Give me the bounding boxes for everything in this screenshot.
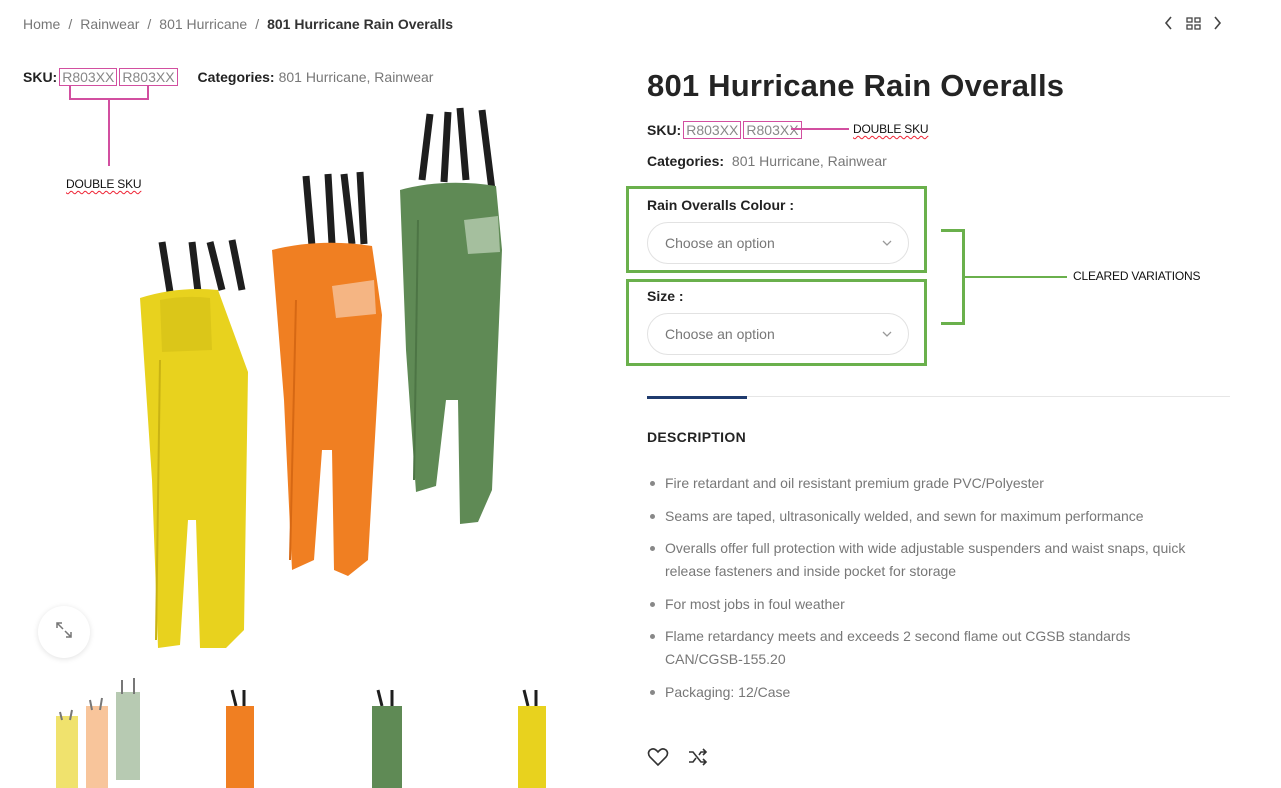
list-item: Flame retardancy meets and exceeds 2 sec… — [647, 625, 1207, 671]
sku-value: R803XX — [59, 68, 118, 86]
breadcrumb-rainwear[interactable]: Rainwear — [80, 16, 139, 32]
breadcrumb-separator: / — [255, 16, 260, 32]
size-select-value: Choose an option — [665, 326, 775, 342]
size-select[interactable]: Choose an option — [647, 313, 909, 355]
list-item: Packaging: 12/Case — [647, 681, 1207, 704]
list-item: Overalls offer full protection with wide… — [647, 537, 1207, 583]
list-item: For most jobs in foul weather — [647, 593, 1207, 616]
product-categories: Categories: 801 Hurricane, Rainwear — [647, 153, 887, 169]
grid-icon[interactable] — [1185, 14, 1201, 32]
product-navigation — [1161, 14, 1225, 32]
thumbnail-strip — [40, 672, 580, 788]
chevron-left-icon[interactable] — [1161, 14, 1177, 32]
annotation-connector-right — [791, 128, 849, 130]
thumbnail-all-colors[interactable] — [50, 672, 160, 788]
zoom-button[interactable] — [38, 606, 90, 658]
colour-select-value: Choose an option — [665, 235, 775, 251]
categories-label: Categories: — [647, 153, 725, 169]
sku-label: SKU: — [23, 69, 58, 85]
thumbnail-orange[interactable] — [210, 672, 320, 788]
sku-value-duplicate: R803XX — [119, 68, 178, 86]
description-list: Fire retardant and oil resistant premium… — [647, 472, 1207, 713]
orange-overalls — [272, 171, 382, 577]
sku-value-duplicate: R803XX — [743, 121, 802, 139]
colour-select[interactable]: Choose an option — [647, 222, 909, 264]
breadcrumb-current: 801 Hurricane Rain Overalls — [267, 16, 454, 32]
breadcrumb-801-hurricane[interactable]: 801 Hurricane — [159, 16, 247, 32]
annotation-bracket-bottom — [941, 322, 965, 325]
yellow-overalls — [140, 239, 248, 648]
list-item: Fire retardant and oil resistant premium… — [647, 472, 1207, 495]
annotation-connector-green — [965, 276, 1067, 278]
tab-active-indicator — [647, 396, 747, 399]
chevron-down-icon — [880, 327, 894, 341]
breadcrumb-separator: / — [68, 16, 73, 32]
heart-icon[interactable] — [647, 746, 669, 768]
green-overalls — [400, 107, 502, 525]
thumbnail-yellow[interactable] — [502, 672, 612, 788]
expand-icon — [55, 621, 73, 644]
shuffle-icon[interactable] — [687, 746, 709, 768]
breadcrumb: Home / Rainwear / 801 Hurricane / 801 Hu… — [23, 16, 453, 32]
chevron-down-icon — [880, 236, 894, 250]
left-product-meta: SKU: R803XX R803XX Categories: 801 Hurri… — [23, 68, 433, 86]
annotation-double-sku-right: DOUBLE SKU — [853, 122, 929, 136]
tab-description[interactable]: DESCRIPTION — [647, 429, 746, 445]
list-item: Seams are taped, ultrasonically welded, … — [647, 505, 1207, 528]
colour-variation-label: Rain Overalls Colour : — [647, 197, 795, 213]
thumbnail-green[interactable] — [358, 672, 468, 788]
product-sku: SKU: R803XX R803XX — [647, 121, 802, 139]
product-main-image[interactable] — [100, 100, 550, 660]
breadcrumb-home[interactable]: Home — [23, 16, 60, 32]
sku-value: R803XX — [683, 121, 742, 139]
categories-value[interactable]: 801 Hurricane, Rainwear — [279, 69, 434, 85]
categories-label: Categories: — [197, 69, 275, 85]
sku-label: SKU: — [647, 122, 682, 138]
product-title: 801 Hurricane Rain Overalls — [647, 68, 1065, 103]
chevron-right-icon[interactable] — [1209, 14, 1225, 32]
categories-value[interactable]: 801 Hurricane, Rainwear — [732, 153, 887, 169]
product-actions — [647, 746, 709, 768]
size-variation-label: Size : — [647, 288, 684, 304]
breadcrumb-separator: / — [147, 16, 152, 32]
annotation-cleared-variations: CLEARED VARIATIONS — [1073, 269, 1201, 283]
